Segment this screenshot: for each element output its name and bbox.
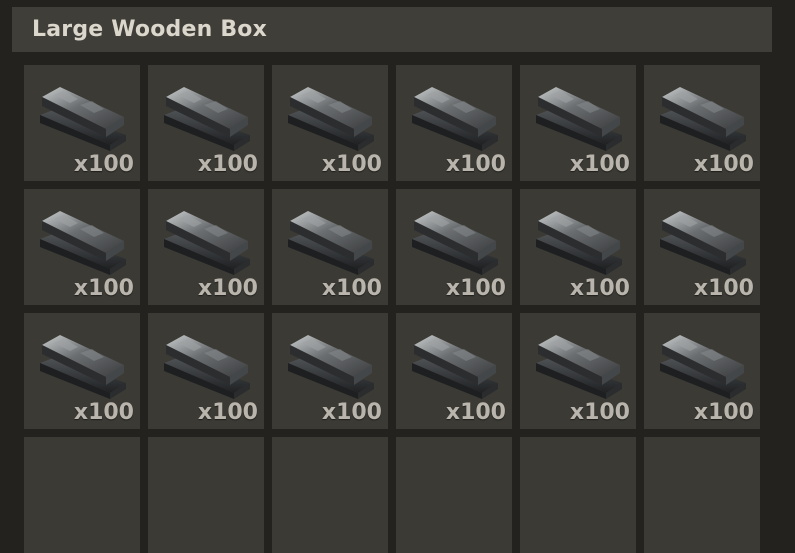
- inventory-slot[interactable]: x100: [148, 313, 264, 429]
- inventory-slot[interactable]: x100: [24, 65, 140, 181]
- metal-ingot-icon: [412, 87, 498, 151]
- metal-ingot-icon: [40, 335, 126, 399]
- inventory-slot[interactable]: x100: [24, 313, 140, 429]
- container-title: Large Wooden Box: [32, 17, 268, 42]
- item-quantity: x100: [569, 152, 630, 177]
- inventory-slot[interactable]: x100: [520, 189, 636, 305]
- inventory-grid: x100 x100 x100 x100 x100 x100 x100 x100 …: [24, 65, 760, 553]
- inventory-slot[interactable]: x100: [520, 313, 636, 429]
- inventory-slot[interactable]: x100: [396, 189, 512, 305]
- item-quantity: x100: [445, 152, 506, 177]
- inventory-slot[interactable]: x100: [272, 313, 388, 429]
- item-quantity: x100: [321, 276, 382, 301]
- metal-ingot-icon: [288, 211, 374, 275]
- inventory-slot[interactable]: x100: [644, 65, 760, 181]
- metal-ingot-icon: [660, 335, 746, 399]
- item-quantity: x100: [197, 400, 258, 425]
- item-quantity: x100: [321, 400, 382, 425]
- container-title-bar: Large Wooden Box: [12, 7, 772, 52]
- inventory-slot[interactable]: [272, 437, 388, 553]
- inventory-slot[interactable]: x100: [396, 65, 512, 181]
- inventory-slot[interactable]: x100: [644, 189, 760, 305]
- inventory-slot[interactable]: x100: [272, 65, 388, 181]
- metal-ingot-icon: [164, 211, 250, 275]
- inventory-slot[interactable]: x100: [272, 189, 388, 305]
- inventory-slot[interactable]: [520, 437, 636, 553]
- item-quantity: x100: [445, 276, 506, 301]
- item-quantity: x100: [693, 152, 754, 177]
- metal-ingot-icon: [660, 211, 746, 275]
- item-quantity: x100: [445, 400, 506, 425]
- metal-ingot-icon: [412, 211, 498, 275]
- inventory-slot[interactable]: x100: [396, 313, 512, 429]
- item-quantity: x100: [197, 152, 258, 177]
- metal-ingot-icon: [40, 87, 126, 151]
- metal-ingot-icon: [288, 335, 374, 399]
- inventory-slot[interactable]: x100: [644, 313, 760, 429]
- item-quantity: x100: [569, 276, 630, 301]
- item-quantity: x100: [569, 400, 630, 425]
- inventory-slot[interactable]: x100: [148, 189, 264, 305]
- item-quantity: x100: [693, 276, 754, 301]
- metal-ingot-icon: [536, 211, 622, 275]
- metal-ingot-icon: [536, 87, 622, 151]
- inventory-slot[interactable]: x100: [520, 65, 636, 181]
- item-quantity: x100: [197, 276, 258, 301]
- item-quantity: x100: [693, 400, 754, 425]
- metal-ingot-icon: [40, 211, 126, 275]
- item-quantity: x100: [73, 400, 134, 425]
- inventory-slot[interactable]: [396, 437, 512, 553]
- inventory-slot[interactable]: [24, 437, 140, 553]
- metal-ingot-icon: [164, 87, 250, 151]
- item-quantity: x100: [321, 152, 382, 177]
- inventory-slot[interactable]: x100: [24, 189, 140, 305]
- inventory-slot[interactable]: x100: [148, 65, 264, 181]
- inventory-slot[interactable]: [148, 437, 264, 553]
- inventory-slot[interactable]: [644, 437, 760, 553]
- item-quantity: x100: [73, 152, 134, 177]
- metal-ingot-icon: [412, 335, 498, 399]
- metal-ingot-icon: [536, 335, 622, 399]
- item-quantity: x100: [73, 276, 134, 301]
- metal-ingot-icon: [288, 87, 374, 151]
- metal-ingot-icon: [660, 87, 746, 151]
- metal-ingot-icon: [164, 335, 250, 399]
